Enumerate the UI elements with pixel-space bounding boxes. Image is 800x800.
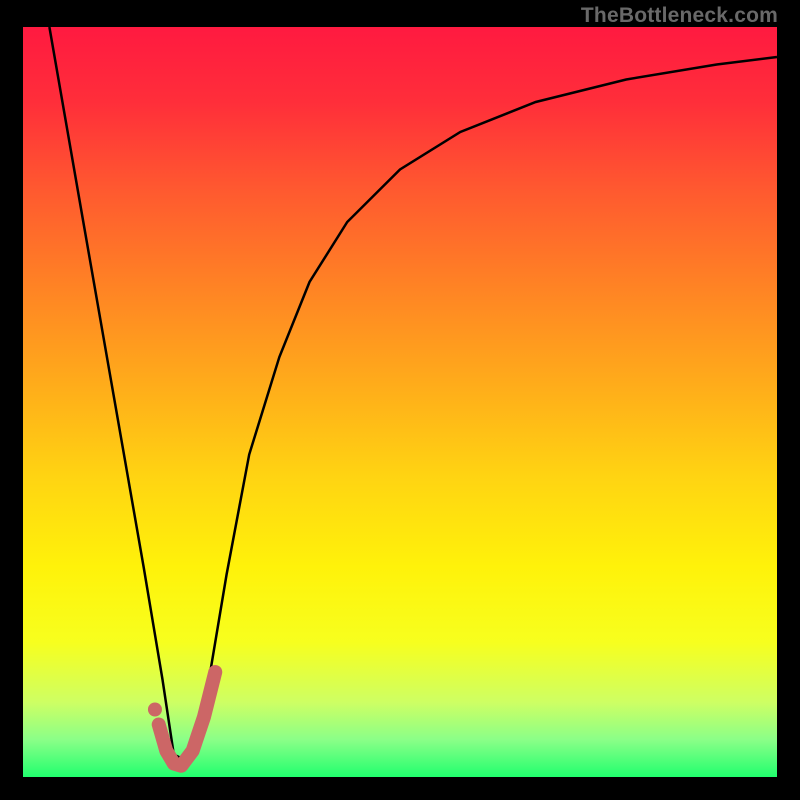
- chart-plot: [23, 27, 777, 777]
- chart-frame: TheBottleneck.com: [0, 0, 800, 800]
- highlight-dot: [148, 703, 162, 717]
- watermark-text: TheBottleneck.com: [581, 4, 778, 28]
- plot-background: [23, 27, 777, 777]
